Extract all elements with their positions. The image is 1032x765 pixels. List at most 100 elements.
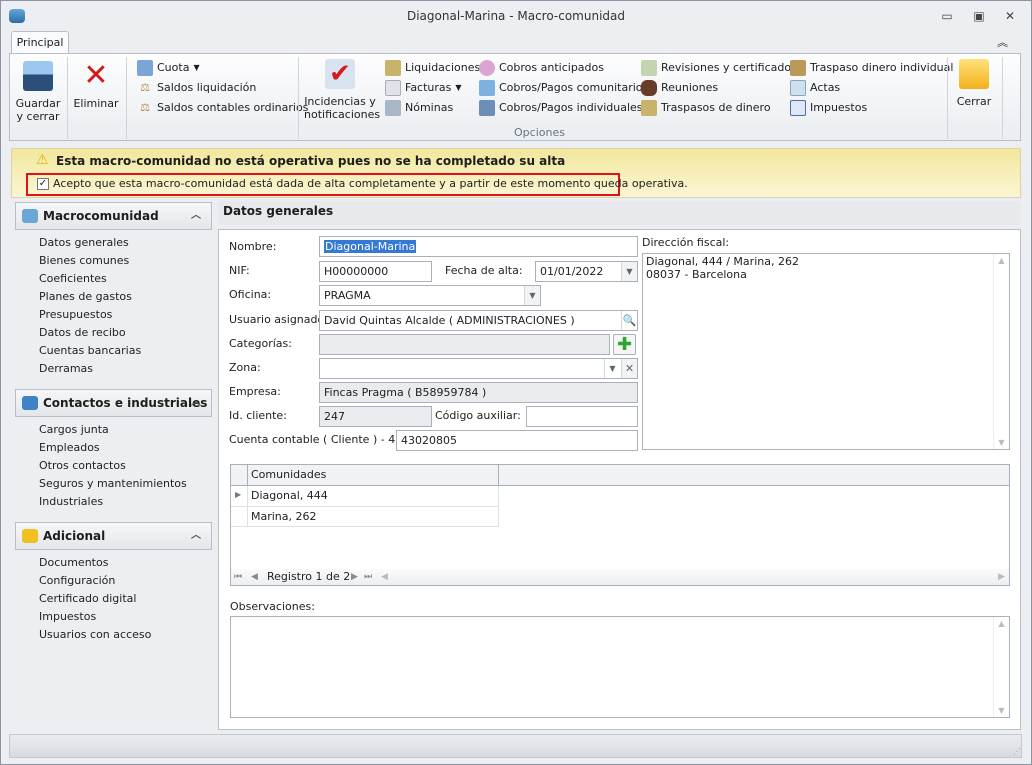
sidebar-item[interactable]: Documentos [39,554,108,572]
sidebar-item[interactable]: Seguros y mantenimientos [39,475,187,493]
sidebar-item[interactable]: Derramas [39,360,93,378]
traspasos-button[interactable]: Traspasos de dinero [641,98,797,118]
traspaso-individual-label: Traspaso dinero individual [810,61,954,74]
sidebar-item[interactable]: Coeficientes [39,270,107,288]
first-record-icon[interactable]: ⏮ [234,569,242,585]
next-record-icon[interactable]: ▶ [351,569,358,585]
observaciones-textarea[interactable]: ▲ ▼ [230,616,1010,718]
scales-icon: ⚖ [140,81,150,94]
sidebar-item[interactable]: Certificado digital [39,590,136,608]
sidebar-item[interactable]: Bienes comunes [39,252,129,270]
floppy-disk-icon [23,61,53,91]
chevron-up-icon: ︿ [191,530,201,541]
comunidades-grid: Comunidades ▶ Diagonal, 444 Marina, 262 … [230,464,1010,586]
envelope-check-icon: ✔ [325,59,355,89]
save-close-label: Guardar y cerrar [15,97,61,123]
delete-button[interactable]: ✕ Eliminar [71,61,121,111]
clear-icon[interactable]: ✕ [621,359,637,378]
search-icon[interactable]: 🔍 [621,311,637,330]
piggy-bank-icon [479,60,495,76]
scrollbar[interactable]: ▲ ▼ [993,254,1009,449]
facturas-label: Facturas [405,81,452,94]
scales-icon: ⚖ [140,101,150,114]
sidebar-item[interactable]: Empleados [39,439,100,457]
collapse-ribbon-button[interactable]: ︽ [997,34,1008,50]
payroll-icon [385,100,401,116]
dropdown-arrow-icon[interactable]: ▼ [524,286,540,305]
sidebar-item[interactable]: Otros contactos [39,457,126,475]
facturas-button[interactable]: Facturas ▼ [385,78,480,98]
nif-input[interactable]: H00000000 [319,261,432,282]
scroll-right-icon[interactable]: ▶ [998,569,1005,585]
prev-record-icon[interactable]: ◀ [251,569,258,585]
scrollbar[interactable]: ▲ ▼ [993,617,1009,717]
cobros-individuales-button[interactable]: Cobros/Pagos individuales [479,98,648,118]
traspaso-individual-button[interactable]: Traspaso dinero individual [790,58,953,78]
cobros-comunitarios-label: Cobros/Pagos comunitarios [499,81,649,94]
usuario-input[interactable]: David Quintas Alcalde ( ADMINISTRACIONES… [319,310,638,331]
nombre-input[interactable]: Diagonal-Marina [319,236,638,257]
tab-principal[interactable]: Principal [11,31,69,54]
incidencias-button[interactable]: ✔ Incidencias y notificaciones [304,59,380,121]
sidebar-item[interactable]: Datos generales [39,234,129,252]
sidebar-group-contactos[interactable]: Contactos e industriales ︿ [15,389,212,417]
resize-grip-icon[interactable]: ⋰ [1013,747,1021,756]
minimize-button[interactable]: ▭ [939,9,955,23]
table-row[interactable]: ▶ Diagonal, 444 [231,486,499,507]
sidebar-group-macrocomunidad[interactable]: Macrocomunidad ︿ [15,202,212,230]
database-icon [22,529,38,543]
sidebar-item[interactable]: Industriales [39,493,103,511]
codigo-input[interactable] [526,406,638,427]
last-record-icon[interactable]: ⏭ [364,569,372,585]
revisiones-label: Revisiones y certificados [661,61,797,74]
saldos-contables-button[interactable]: ⚖ Saldos contables ordinarios [137,98,308,118]
revisiones-button[interactable]: Revisiones y certificados [641,58,797,78]
sidebar-item[interactable]: Configuración [39,572,115,590]
row-indicator-icon: ▶ [235,490,242,499]
dropdown-arrow-icon[interactable]: ▼ [621,262,637,281]
close-button[interactable]: Cerrar [951,59,997,108]
empresa-field: Fincas Pragma ( B58959784 ) [319,382,638,403]
scroll-left-icon[interactable]: ◀ [381,569,388,585]
restore-button[interactable]: ▣ [971,9,987,23]
sidebar-group-adicional[interactable]: Adicional ︿ [15,522,212,550]
observaciones-value [231,617,1009,621]
cuenta-input[interactable]: 43020805 [396,430,638,451]
people-icon [641,80,657,96]
cuota-label: Cuota [157,61,190,74]
sidebar-item[interactable]: Presupuestos [39,306,112,324]
accept-checkbox[interactable]: ✓ [37,178,49,190]
sidebar-item[interactable]: Cuentas bancarias [39,342,141,360]
idcliente-field: 247 [319,406,432,427]
nominas-button[interactable]: Nóminas [385,98,480,118]
group-title: Contactos e industriales [43,396,208,410]
column-header-comunidades[interactable]: Comunidades [247,465,499,486]
table-row[interactable]: Marina, 262 [231,507,499,527]
sidebar-item[interactable]: Usuarios con acceso [39,626,151,644]
categorias-input[interactable] [319,334,610,355]
saldos-liquidacion-button[interactable]: ⚖ Saldos liquidación [137,78,308,98]
accept-label: Acepto que esta macro-comunidad está dad… [53,177,688,190]
sidebar-item[interactable]: Planes de gastos [39,288,132,306]
window: Diagonal-Marina - Macro-comunidad ▭ ▣ ✕ … [0,0,1032,765]
cobros-anticipados-button[interactable]: Cobros anticipados [479,58,648,78]
sidebar-item[interactable]: Cargos junta [39,421,109,439]
actas-button[interactable]: Actas [790,78,953,98]
cobros-individuales-label: Cobros/Pagos individuales [499,101,643,114]
direccion-textarea[interactable]: Diagonal, 444 / Marina, 262 08037 - Barc… [642,253,1010,450]
fecha-alta-dropdown[interactable]: 01/01/2022 ▼ [535,261,638,282]
sidebar-item[interactable]: Datos de recibo [39,324,126,342]
impuestos-button[interactable]: Impuestos [790,98,953,118]
close-window-button[interactable]: ✕ [1002,9,1018,23]
cuota-button[interactable]: Cuota ▼ [137,58,308,78]
sidebar-item[interactable]: Impuestos [39,608,96,626]
zona-dropdown[interactable]: ▼ ✕ [319,358,638,379]
liquidaciones-button[interactable]: Liquidaciones [385,58,480,78]
add-category-button[interactable]: ✚ [613,334,636,355]
dropdown-arrow-icon[interactable]: ▼ [604,359,620,378]
cobros-comunitarios-button[interactable]: Cobros/Pagos comunitarios [479,78,648,98]
section-title: Datos generales [223,204,334,218]
reuniones-button[interactable]: Reuniones [641,78,797,98]
oficina-dropdown[interactable]: PRAGMA ▼ [319,285,541,306]
save-close-button[interactable]: Guardar y cerrar [11,61,65,123]
